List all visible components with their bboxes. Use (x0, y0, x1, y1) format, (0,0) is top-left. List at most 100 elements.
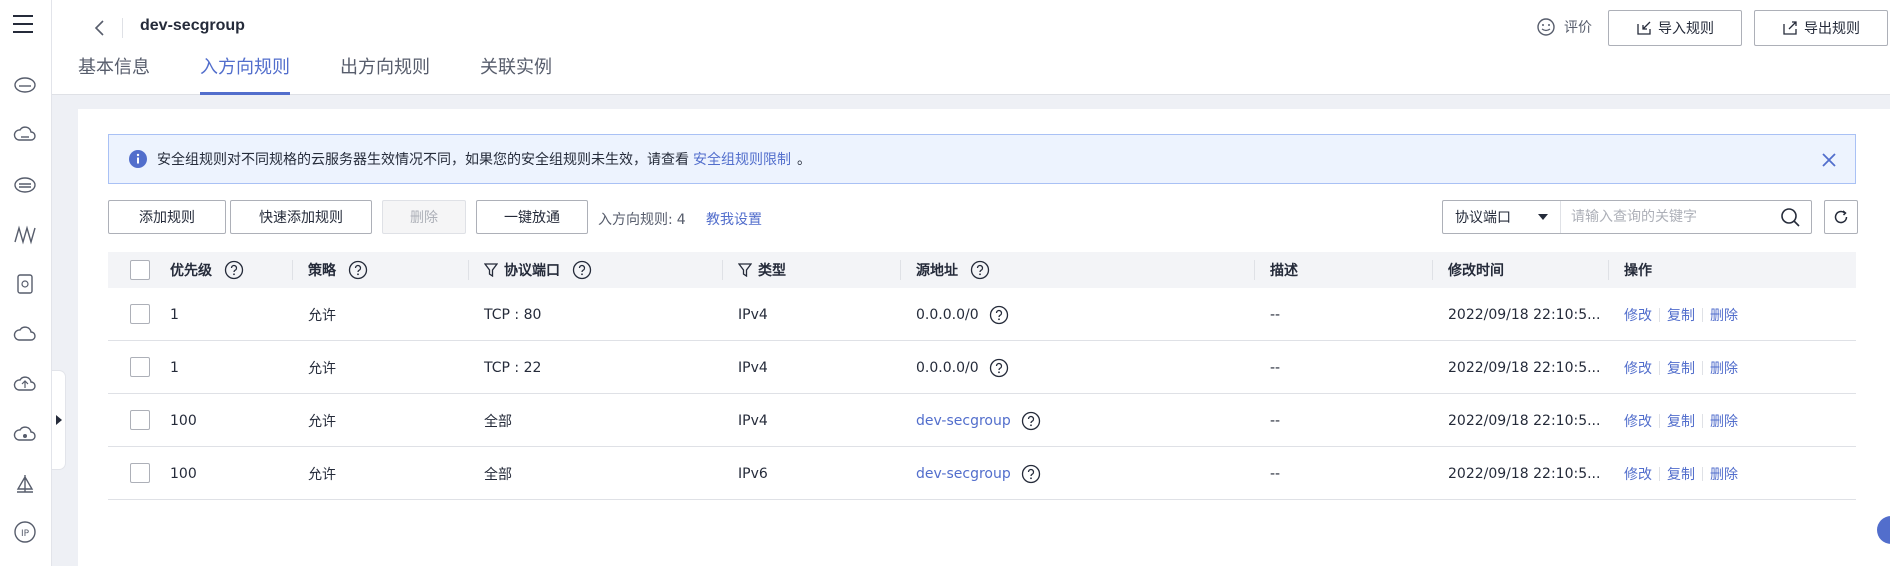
col-description-label: 描述 (1270, 263, 1298, 279)
copy-link[interactable]: 复制 (1667, 305, 1695, 325)
cell-priority: 100 (170, 412, 197, 429)
source-value: 0.0.0.0/0 (916, 306, 979, 323)
filter-icon[interactable] (484, 263, 498, 277)
cloud-storage-icon[interactable] (13, 322, 37, 346)
import-icon (1637, 21, 1651, 35)
one-click-allow-button[interactable]: 一键放通 (476, 200, 588, 234)
table-row: 1 允许 TCP : 80 IPv4 0.0.0.0/0 -- 2022/09/… (108, 288, 1856, 341)
close-icon[interactable] (1821, 152, 1837, 168)
network-icon[interactable] (13, 222, 37, 246)
help-icon[interactable] (989, 305, 1009, 325)
tab-bar: 基本信息 入方向规则 出方向规则 关联实例 (78, 53, 602, 95)
notice-link[interactable]: 安全组规则限制 (693, 149, 791, 169)
search-box: 协议端口 (1442, 200, 1812, 234)
cell-priority: 100 (170, 465, 197, 482)
col-operations: 操作 (1624, 252, 1652, 288)
source-group-link[interactable]: dev-secgroup (916, 466, 1011, 482)
help-icon[interactable] (989, 358, 1009, 378)
rail-expand-toggle[interactable] (52, 370, 66, 470)
rules-card: 安全组规则对不同规格的云服务器生效情况不同，如果您的安全组规则未生效，请查看 安… (78, 109, 1890, 566)
edit-link[interactable]: 修改 (1624, 358, 1652, 378)
quick-add-rule-button[interactable]: 快速添加规则 (230, 200, 372, 234)
filter-icon[interactable] (738, 263, 752, 277)
rate-label: 评价 (1564, 20, 1592, 36)
cell-protocol: TCP : 22 (484, 359, 542, 376)
teach-me-link[interactable]: 教我设置 (706, 209, 762, 229)
cell-policy: 允许 (308, 307, 336, 324)
tab-inbound-rules[interactable]: 入方向规则 (200, 53, 290, 95)
col-source: 源地址 (916, 252, 990, 288)
help-icon[interactable] (572, 260, 592, 280)
delete-link[interactable]: 删除 (1710, 358, 1738, 378)
notice-tail: 。 (797, 152, 811, 168)
refresh-icon (1834, 210, 1848, 224)
cell-policy: 允许 (308, 413, 336, 430)
cell-source: dev-secgroup (916, 394, 1041, 447)
delete-link[interactable]: 删除 (1710, 464, 1738, 484)
refresh-button[interactable] (1824, 200, 1858, 234)
add-rule-button[interactable]: 添加规则 (108, 200, 226, 234)
col-separator (292, 260, 293, 280)
delete-link[interactable]: 删除 (1710, 305, 1738, 325)
edit-link[interactable]: 修改 (1624, 464, 1652, 484)
back-icon[interactable] (88, 16, 112, 40)
row-checkbox[interactable] (130, 357, 150, 377)
database-icon[interactable] (13, 172, 37, 196)
cell-protocol: 全部 (484, 413, 512, 430)
edit-link[interactable]: 修改 (1624, 411, 1652, 431)
select-all-checkbox[interactable] (130, 260, 150, 280)
col-separator (900, 260, 901, 280)
row-checkbox[interactable] (130, 410, 150, 430)
tab-associated-instances[interactable]: 关联实例 (480, 53, 552, 95)
menu-icon[interactable] (11, 12, 35, 36)
svg-text:IP: IP (21, 529, 30, 539)
search-icon[interactable] (1779, 206, 1801, 228)
cloud-link-icon[interactable] (13, 422, 37, 446)
copy-link[interactable]: 复制 (1667, 411, 1695, 431)
device-icon[interactable] (13, 272, 37, 296)
col-type: 类型 (738, 252, 786, 288)
import-label: 导入规则 (1658, 21, 1714, 37)
delete-link[interactable]: 删除 (1710, 411, 1738, 431)
tab-outbound-rules[interactable]: 出方向规则 (340, 53, 430, 95)
row-checkbox[interactable] (130, 463, 150, 483)
row-checkbox[interactable] (130, 304, 150, 324)
cell-source: 0.0.0.0/0 (916, 341, 1009, 394)
delete-button[interactable]: 删除 (382, 200, 466, 234)
ip-icon[interactable]: IP (13, 520, 37, 544)
rate-button[interactable]: 评价 (1536, 17, 1592, 37)
source-value: 0.0.0.0/0 (916, 359, 979, 376)
help-icon[interactable] (970, 260, 990, 280)
edit-link[interactable]: 修改 (1624, 305, 1652, 325)
search-field-select[interactable]: 协议端口 (1443, 201, 1561, 233)
col-protocol-label: 协议端口 (504, 263, 560, 279)
col-separator (1608, 260, 1609, 280)
table-row: 100 允许 全部 IPv4 dev-secgroup -- 2022/09/1… (108, 394, 1856, 447)
cloud-icon[interactable] (13, 122, 37, 146)
import-rules-button[interactable]: 导入规则 (1608, 10, 1742, 46)
help-icon[interactable] (1021, 464, 1041, 484)
col-operations-label: 操作 (1624, 263, 1652, 279)
help-icon[interactable] (224, 260, 244, 280)
help-icon[interactable] (1021, 411, 1041, 431)
sail-icon[interactable] (13, 472, 37, 496)
copy-link[interactable]: 复制 (1667, 464, 1695, 484)
copy-link[interactable]: 复制 (1667, 358, 1695, 378)
col-priority-label: 优先级 (170, 263, 212, 279)
source-group-link[interactable]: dev-secgroup (916, 413, 1011, 429)
cloud-server-icon[interactable] (13, 72, 37, 96)
search-field-label: 协议端口 (1455, 210, 1511, 226)
rule-count: 入方向规则: 4 (598, 209, 686, 229)
help-icon[interactable] (348, 260, 368, 280)
tab-basic-info[interactable]: 基本信息 (78, 53, 150, 95)
cell-modified: 2022/09/18 22:10:5... (1448, 465, 1601, 482)
cloud-upload-icon[interactable] (13, 372, 37, 396)
cell-modified: 2022/09/18 22:10:5... (1448, 412, 1601, 429)
export-rules-button[interactable]: 导出规则 (1754, 10, 1888, 46)
info-icon (129, 150, 147, 168)
search-input[interactable] (1561, 201, 1779, 233)
col-separator (722, 260, 723, 280)
cell-operations: 修改 复制 删除 (1624, 447, 1738, 500)
cell-operations: 修改 复制 删除 (1624, 394, 1738, 447)
col-modified: 修改时间 (1448, 252, 1504, 288)
